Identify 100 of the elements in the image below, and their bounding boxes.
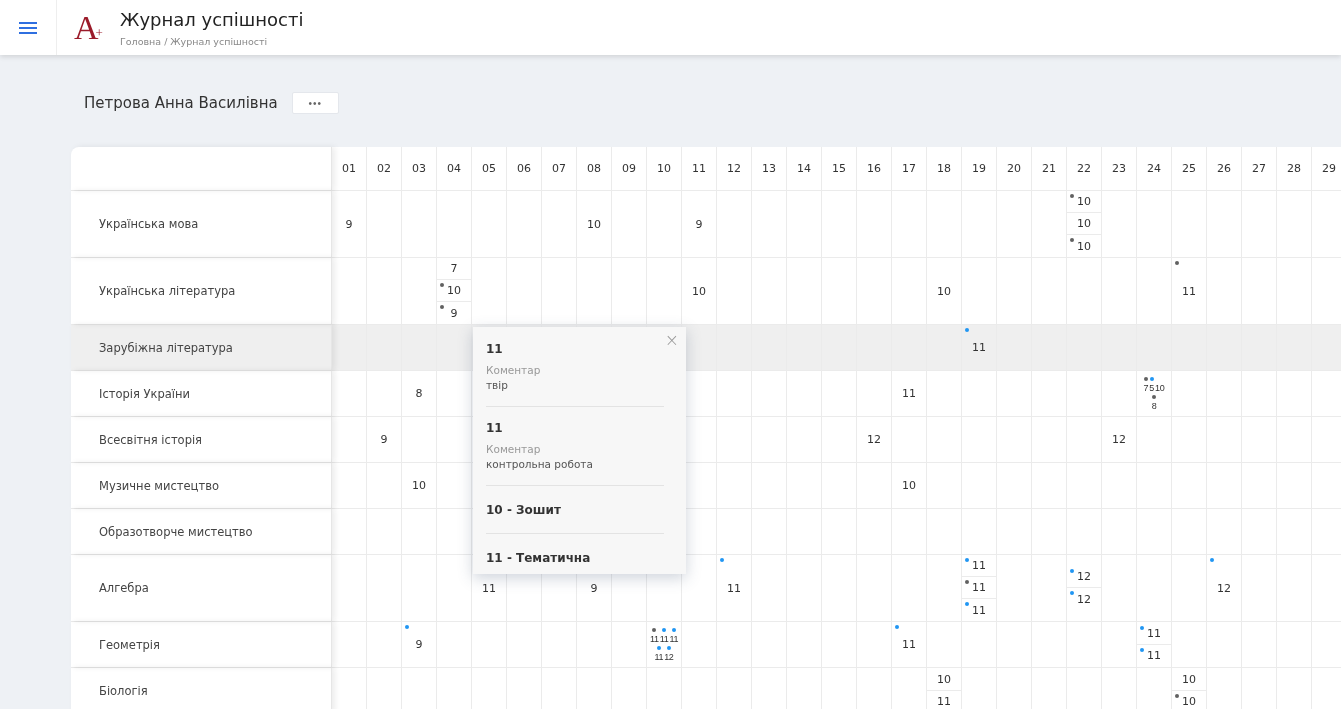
comment-label: Коментар <box>486 442 542 457</box>
grade[interactable]: 11 <box>962 599 996 621</box>
day-header: 08 <box>587 162 601 175</box>
grade[interactable]: 12 <box>1067 566 1101 588</box>
day-header: 15 <box>832 162 846 175</box>
subject-cell[interactable]: Алгебра <box>71 555 332 621</box>
grade[interactable]: 5 <box>1149 376 1154 393</box>
grade[interactable]: 11 <box>962 577 996 599</box>
day-header: 21 <box>1042 162 1056 175</box>
grade[interactable]: 10 <box>1172 690 1206 709</box>
grade[interactable]: 9 <box>402 622 436 667</box>
grade[interactable]: 12 <box>1067 588 1101 610</box>
grade[interactable]: 12 <box>1207 555 1241 621</box>
grade[interactable]: 10 <box>1172 668 1206 691</box>
popup-grade: 11 <box>486 421 504 435</box>
grade[interactable]: 11 <box>892 622 926 667</box>
grade[interactable]: 12 <box>1102 417 1136 462</box>
day-header: 02 <box>377 162 391 175</box>
subject-name: Алгебра <box>99 581 149 595</box>
grade[interactable]: 10 <box>682 258 716 324</box>
grade[interactable]: 10 <box>927 258 961 324</box>
subject-cell[interactable]: Історія України <box>71 371 332 416</box>
student-name: Петрова Анна Василівна <box>84 94 278 112</box>
subject-name: Українська мова <box>99 217 199 231</box>
subject-cell[interactable]: Музичне мистецтво <box>71 463 332 508</box>
day-header: 04 <box>447 162 461 175</box>
day-header: 13 <box>762 162 776 175</box>
grade[interactable]: 12 <box>857 417 891 462</box>
subject-name: Всесвітня історія <box>99 432 203 447</box>
day-header: 03 <box>412 162 426 175</box>
day-header: 18 <box>937 162 951 175</box>
grade[interactable]: 12 <box>664 645 674 662</box>
subject-cell[interactable]: Всесвітня історія <box>71 417 332 462</box>
day-header: 10 <box>657 162 671 175</box>
day-header: 07 <box>552 162 566 175</box>
day-header: 22 <box>1077 162 1091 175</box>
popup-grade: 11 <box>486 342 504 356</box>
page-title: Журнал успішності <box>120 8 304 30</box>
day-header: 20 <box>1007 162 1021 175</box>
day-header: 24 <box>1147 162 1161 175</box>
day-header: 29 <box>1322 162 1336 175</box>
subject-name: Історія України <box>99 386 190 401</box>
day-header: 17 <box>902 162 916 175</box>
subject-name: Музичне мистецтво <box>99 478 219 493</box>
grade[interactable]: 9 <box>682 191 716 257</box>
subject-cell[interactable]: Зарубіжна література <box>71 325 332 370</box>
grade[interactable]: 9 <box>437 302 471 324</box>
day-header: 14 <box>797 162 811 175</box>
day-header: 06 <box>517 162 531 175</box>
day-header: 09 <box>622 162 636 175</box>
grade[interactable]: 10 <box>577 191 611 257</box>
day-header: 28 <box>1287 162 1301 175</box>
grade[interactable]: 11 <box>654 645 664 662</box>
day-header: 19 <box>972 162 986 175</box>
grade[interactable]: 8 <box>1151 394 1157 411</box>
grade[interactable]: 10 <box>892 463 926 508</box>
grade[interactable]: 11 <box>1172 258 1206 324</box>
grade[interactable]: 11 <box>717 555 751 621</box>
subject-name: Зарубіжна література <box>99 340 233 355</box>
grade[interactable]: 11 <box>1137 644 1171 667</box>
grade[interactable]: 10 <box>927 668 961 691</box>
grade[interactable]: 10 <box>437 280 471 302</box>
grade[interactable]: 10 <box>1067 213 1101 235</box>
subject-cell[interactable]: Геометрія <box>71 622 332 667</box>
comment-text: твір <box>486 378 509 393</box>
subject-name: Біологія <box>99 683 148 698</box>
grade[interactable]: 10 <box>1067 235 1101 257</box>
subject-name: Геометрія <box>99 637 160 652</box>
subject-name: Українська література <box>99 284 236 298</box>
subject-cell[interactable]: Українська література <box>71 258 332 324</box>
grade[interactable]: 7 <box>437 258 471 280</box>
more-button[interactable]: ••• <box>291 92 339 114</box>
menu-icon[interactable] <box>19 20 37 35</box>
grade[interactable]: 9 <box>367 417 401 462</box>
subject-name: Образотворче мистецтво <box>99 524 253 539</box>
grade[interactable]: 11 <box>892 371 926 416</box>
grade[interactable]: 10 <box>1155 376 1165 393</box>
comment-text: контрольна робота <box>486 457 594 472</box>
grade[interactable]: 11 <box>649 627 659 644</box>
subject-cell[interactable]: Образотворче мистецтво <box>71 509 332 554</box>
grade[interactable]: 11 <box>927 690 961 709</box>
subject-cell[interactable]: Біологія <box>71 668 332 709</box>
grade[interactable]: 8 <box>402 371 436 416</box>
grade[interactable]: 9 <box>332 191 366 257</box>
grade[interactable]: 11 <box>659 627 669 644</box>
subject-cell[interactable]: Українська мова <box>71 191 332 257</box>
breadcrumb: Головна / Журнал успішності <box>120 35 269 47</box>
day-header: 12 <box>727 162 741 175</box>
grade[interactable]: 7 <box>1143 376 1149 393</box>
day-header: 25 <box>1182 162 1196 175</box>
grade[interactable]: 10 <box>1067 191 1101 213</box>
day-header: 16 <box>867 162 881 175</box>
day-header: 11 <box>692 162 706 175</box>
grade[interactable]: 11 <box>669 627 679 644</box>
grade[interactable]: 11 <box>962 325 996 370</box>
grade[interactable]: 10 <box>402 463 436 508</box>
grade[interactable]: 11 <box>1137 622 1171 645</box>
grade[interactable]: 11 <box>962 555 996 577</box>
comment-label: Коментар <box>486 363 542 378</box>
day-header: 05 <box>482 162 496 175</box>
